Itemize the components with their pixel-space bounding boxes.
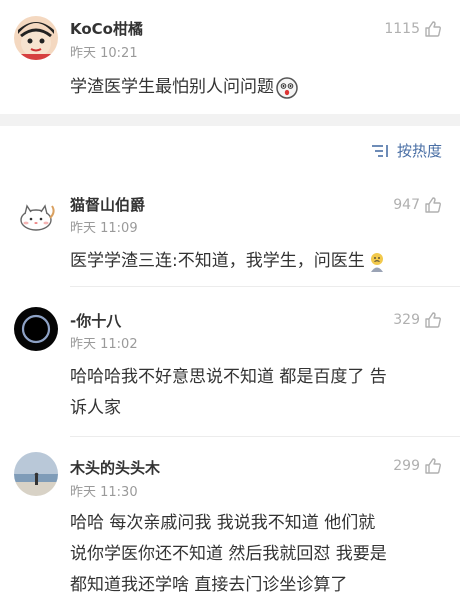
comment-username[interactable]: 猫督山伯爵 <box>70 194 145 215</box>
comment-like-button[interactable]: 299 <box>393 457 442 475</box>
original-post: KoCo柑橘 昨天 10:21 1115 学渣医学生最怕别人问问题 <box>0 0 460 114</box>
comment-text-line: 都知道我还学啥 直接去门诊坐诊算了 <box>70 575 348 595</box>
comment-time: 昨天 11:30 <box>70 485 138 500</box>
comment-text-line: 诉人家 <box>70 398 121 418</box>
comment-like-button[interactable]: 329 <box>393 311 442 329</box>
post-time: 昨天 10:21 <box>70 46 138 61</box>
comment-divider <box>70 286 460 287</box>
eclipse-avatar-icon <box>14 307 58 351</box>
cartoon-boy-avatar-icon <box>14 16 58 60</box>
crying-face-emoji-icon <box>370 252 383 272</box>
comment-time: 昨天 11:09 <box>70 221 138 236</box>
thumbs-up-icon <box>425 312 441 328</box>
sort-lines-icon <box>371 144 388 157</box>
sort-by-hot-button[interactable]: 按热度 <box>371 140 442 161</box>
sort-label: 按热度 <box>396 142 442 160</box>
like-count: 299 <box>393 458 420 474</box>
thumbs-up-icon <box>425 197 441 213</box>
comment-text: 哈哈哈我不好意思说不知道 都是百度了 告 诉人家 <box>70 362 450 424</box>
comment-username[interactable]: 木头的头头木 <box>70 457 160 478</box>
comment-text-line: 哈哈 每次亲戚问我 我说我不知道 他们就 <box>70 513 376 533</box>
post-text: 学渣医学生最怕别人问问题 <box>70 72 298 103</box>
sort-bar: 按热度 <box>0 126 460 174</box>
cat-drawing-avatar-icon <box>14 192 58 236</box>
post-username[interactable]: KoCo柑橘 <box>70 18 143 39</box>
like-count: 947 <box>393 197 420 213</box>
like-count: 329 <box>393 312 420 328</box>
thumbs-up-icon <box>425 21 441 37</box>
comment-username[interactable]: -你十八 <box>70 310 121 331</box>
section-separator <box>0 114 460 126</box>
comment-divider <box>70 436 460 437</box>
comment-like-button[interactable]: 947 <box>393 196 442 214</box>
surprised-face-emoji-icon <box>276 76 298 99</box>
comment-text: 医学学渣三连:不知道，我学生，问医生 <box>70 246 387 277</box>
comment-text-line: 哈哈哈我不好意思说不知道 都是百度了 告 <box>70 367 387 387</box>
like-count: 1115 <box>384 21 420 37</box>
comment-text-content: 医学学渣三连:不知道，我学生，问医生 <box>70 251 365 271</box>
avatar[interactable] <box>14 16 58 60</box>
avatar[interactable] <box>14 192 58 236</box>
post-like-button[interactable]: 1115 <box>384 20 442 38</box>
post-text-content: 学渣医学生最怕别人问问题 <box>70 77 274 97</box>
avatar[interactable] <box>14 452 58 496</box>
comment-time: 昨天 11:02 <box>70 337 138 352</box>
thumbs-up-icon <box>425 458 441 474</box>
comment-text-line: 说你学医你还不知道 然后我就回怼 我要是 <box>70 544 387 564</box>
comment-text: 哈哈 每次亲戚问我 我说我不知道 他们就 说你学医你还不知道 然后我就回怼 我要… <box>70 508 455 601</box>
beach-photo-avatar-icon <box>14 452 58 496</box>
avatar[interactable] <box>14 307 58 351</box>
